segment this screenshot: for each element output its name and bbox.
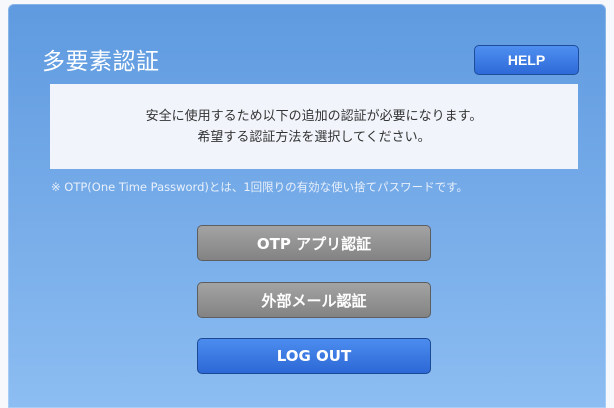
notice-box: 安全に使用するため以下の追加の認証が必要になります。 希望する認証方法を選択して… xyxy=(50,84,578,169)
help-button[interactable]: HELP xyxy=(474,45,579,75)
mfa-panel: 多要素認証 HELP 安全に使用するため以下の追加の認証が必要になります。 希望… xyxy=(8,4,606,408)
notice-line-2: 希望する認証方法を選択してください。 xyxy=(197,129,431,145)
page-title: 多要素認証 xyxy=(42,49,160,75)
otp-app-auth-button[interactable]: OTP アプリ認証 xyxy=(197,225,431,261)
otp-footnote: ※ OTP(One Time Password)とは、1回限りの有効な使い捨てパ… xyxy=(51,180,469,194)
notice-line-1: 安全に使用するため以下の追加の認証が必要になります。 xyxy=(145,108,483,124)
external-mail-auth-button[interactable]: 外部メール認証 xyxy=(197,282,431,318)
logout-button[interactable]: LOG OUT xyxy=(197,338,431,374)
